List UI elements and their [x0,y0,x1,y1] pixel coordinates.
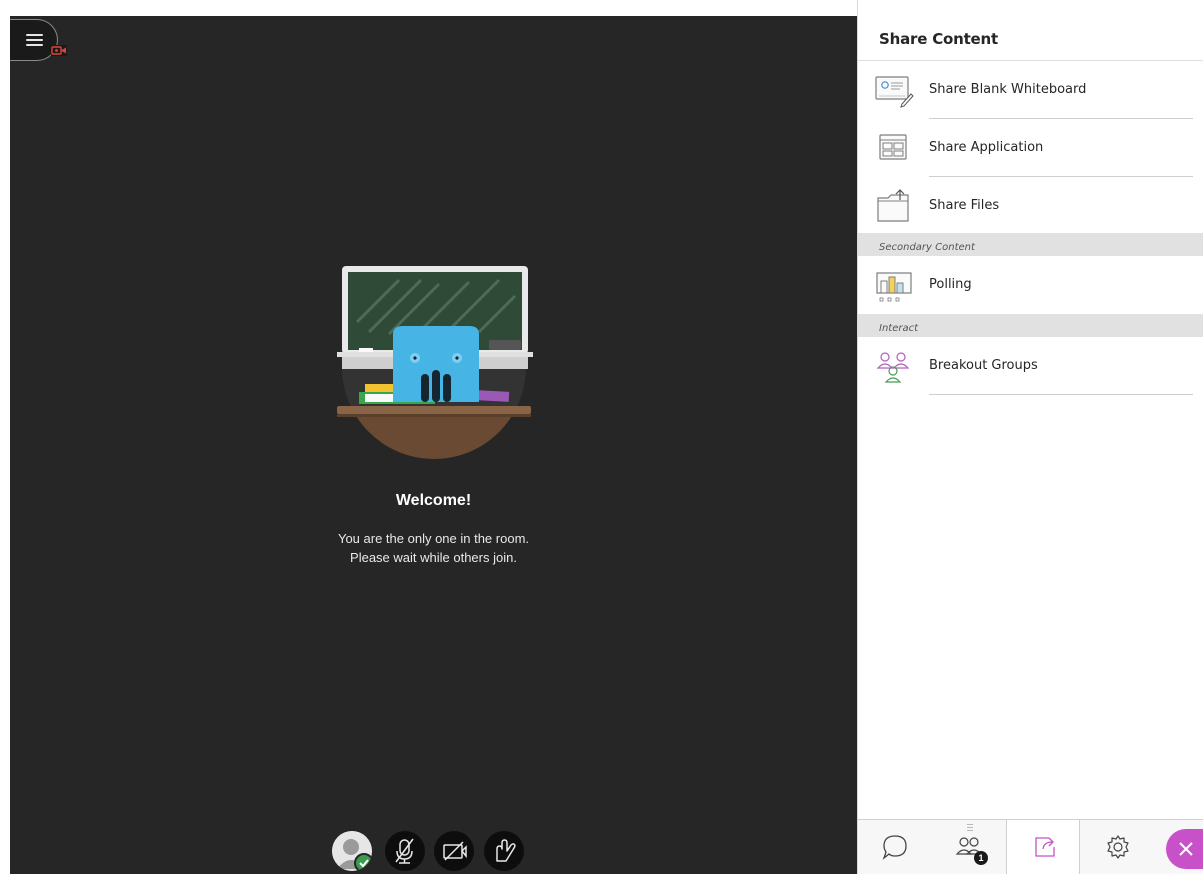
close-icon [1179,842,1193,856]
raise-hand-button[interactable] [484,831,524,871]
breakout-groups-label: Breakout Groups [929,358,1038,373]
hamburger-menu-icon [26,34,43,46]
share-blank-whiteboard-label: Share Blank Whiteboard [929,82,1087,97]
panel-tabs: 1 [858,819,1203,874]
tab-settings[interactable] [1080,820,1154,874]
panel-header: Share Content [858,0,1203,61]
whiteboard-icon [875,76,914,108]
share-application-label: Share Application [929,140,1044,155]
breakout-groups-icon [876,352,910,383]
polling-item[interactable]: Polling [858,256,1203,314]
tab-attendees[interactable]: 1 [932,820,1006,874]
panel-title: Share Content [879,30,998,48]
status-available-icon [354,853,372,871]
share-files-label: Share Files [929,198,1000,213]
recording-camera-icon [51,45,67,56]
camera-off-icon [443,841,467,861]
interact-heading-text: Interact [879,323,919,334]
welcome-message-line1: You are the only one in the room. [337,531,530,546]
tab-share-content[interactable] [1006,820,1080,874]
share-files-item[interactable]: Share Files [858,177,1203,233]
secondary-content-heading: Secondary Content [858,233,1203,256]
hand-icon [496,839,516,862]
welcome-title: Welcome! [395,492,472,509]
interact-heading: Interact [858,314,1203,337]
close-panel-button[interactable] [1166,829,1203,869]
microphone-button[interactable] [385,831,425,871]
application-icon [879,134,907,160]
attendees-count-badge: 1 [974,851,988,865]
camera-button[interactable] [434,831,474,871]
share-content-panel: Share Content Share Blank Whiteboard Sha… [857,0,1203,874]
files-icon [877,189,909,222]
mic-muted-icon [395,838,414,864]
divider [929,394,1193,395]
av-controls [0,831,857,873]
main-stage: Welcome! You are the only one in the roo… [0,0,857,874]
chat-icon [882,835,907,860]
polling-icon [876,272,912,302]
gear-icon [1107,835,1129,859]
share-blank-whiteboard-item[interactable]: Share Blank Whiteboard [858,61,1203,119]
classroom-illustration [336,266,533,459]
polling-label: Polling [929,277,972,292]
avatar[interactable] [332,831,372,871]
share-application-item[interactable]: Share Application [858,119,1203,177]
welcome-message-line2: Please wait while others join. [350,550,517,565]
share-content-icon [1035,837,1055,857]
breakout-groups-item[interactable]: Breakout Groups [858,337,1203,395]
tab-chat[interactable] [858,820,932,874]
welcome-area: Welcome! You are the only one in the roo… [10,262,857,567]
secondary-content-heading-text: Secondary Content [879,242,975,253]
